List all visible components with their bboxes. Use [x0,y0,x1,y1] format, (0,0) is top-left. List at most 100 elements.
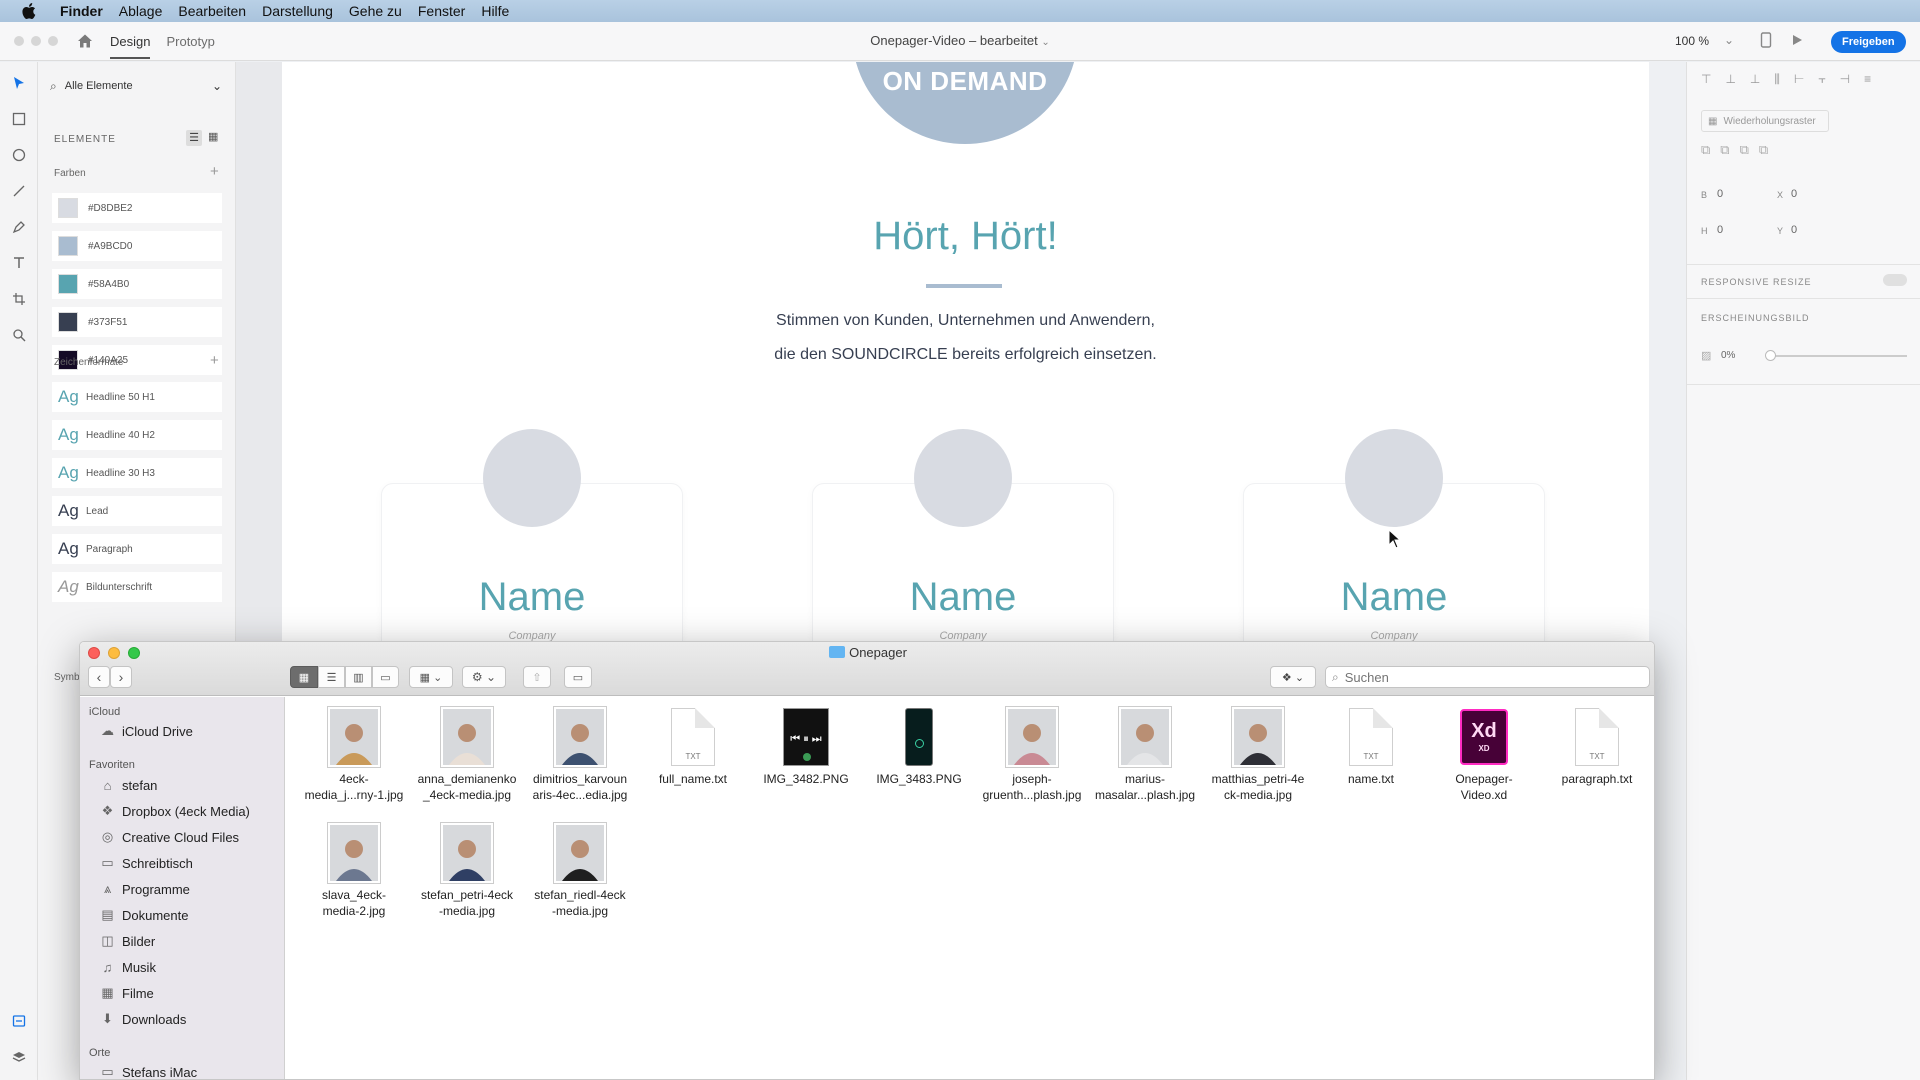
file-item[interactable]: TXT full_name.txt [638,707,748,787]
sidebar-item[interactable]: ⬇ Downloads [99,1008,186,1030]
tab-prototype[interactable]: Prototyp [166,24,214,59]
column-view-button[interactable]: ▥ [345,666,372,688]
sidebar-item[interactable]: ▭ Schreibtisch [99,852,192,874]
file-item[interactable]: TXT paragraph.txt [1542,707,1652,787]
list-view-icon[interactable]: ☰ [186,130,202,146]
align-toolbar[interactable]: ⊤ ⊥ ⊥ ⫼ ⊢ ⫟ ⊣ ≡ [1701,72,1911,90]
distribute-icon[interactable]: ⫼ [1774,72,1780,90]
file-item[interactable]: Xd XD Onepager- Video.xd [1429,707,1539,803]
layers-panel-icon[interactable] [10,1048,28,1066]
menu-ablage[interactable]: Ablage [111,0,171,22]
menu-finder[interactable]: Finder [52,0,111,22]
tab-design[interactable]: Design [110,24,151,59]
icon-view-button[interactable]: ▦ [290,666,318,688]
sidebar-item[interactable]: ◎ Creative Cloud Files [99,826,239,848]
union-icon[interactable]: ⧉ [1701,142,1710,158]
chevron-down-icon[interactable]: ⌄ [1041,37,1049,48]
sidebar-item[interactable]: ▤ Dokumente [99,904,188,926]
apple-icon[interactable] [20,2,38,20]
menu-bearbeiten[interactable]: Bearbeiten [170,0,254,22]
artboard-tool-icon[interactable] [10,290,28,308]
align-bottom-icon[interactable]: ⊥ [1750,72,1760,90]
rectangle-tool-icon[interactable] [10,110,28,128]
width-field[interactable]: 0 [1717,188,1723,200]
file-item[interactable]: matthias_petri-4e ck-media.jpg [1203,707,1313,803]
zoom-level[interactable]: 100 % [1675,34,1709,48]
window-controls-inactive[interactable] [14,36,58,46]
align-center-icon[interactable]: ⫟ [1818,72,1825,90]
file-item[interactable]: joseph-gruenth...plash.jpg [977,707,1087,803]
intersect-icon[interactable]: ⧉ [1740,142,1749,158]
align-right-icon[interactable]: ⊣ [1840,72,1850,90]
device-preview-icon[interactable] [1760,32,1772,51]
search-input[interactable] [1344,669,1625,685]
file-item[interactable]: stefan_riedl-4eck -media.jpg [525,823,635,919]
ellipse-tool-icon[interactable] [10,146,28,164]
dropbox-button[interactable]: ❖ ⌄ [1270,666,1316,688]
list-view-button[interactable]: ☰ [318,666,345,688]
sidebar-item[interactable]: ▦ Filme [99,982,153,1004]
charstyle-item[interactable]: Ag Paragraph [52,534,222,564]
charstyle-item[interactable]: Ag Headline 50 H1 [52,382,222,412]
forward-button[interactable]: › [110,666,132,688]
opacity-slider[interactable] [1769,355,1907,357]
sidebar-item[interactable]: ⌂ stefan [99,774,158,796]
sidebar-item[interactable]: ♫ Musik [99,956,156,978]
new-folder-button[interactable]: ▭ [564,666,592,688]
file-item[interactable]: slava_4eck-media-2.jpg [299,823,409,919]
sidebar-item[interactable]: ☁ iCloud Drive [99,720,193,742]
x-field[interactable]: 0 [1791,188,1797,200]
file-item[interactable]: ⏮ ⏸ ⏭ IMG_3482.PNG [751,707,861,787]
pen-tool-icon[interactable] [10,218,28,236]
file-item[interactable]: 4eck-media_j...rny-1.jpg [299,707,409,803]
share-button[interactable]: Freigeben [1831,31,1906,53]
boolean-ops[interactable]: ⧉ ⧉ ⧉ ⧉ [1701,142,1768,158]
distribute-v-icon[interactable]: ≡ [1864,72,1871,90]
action-button[interactable]: ⚙ ⌄ [462,666,506,688]
search-field[interactable]: ⌕ [1325,666,1650,688]
sidebar-item[interactable]: ▭ Stefans iMac [99,1061,197,1079]
line-tool-icon[interactable] [10,182,28,200]
opacity-slider-handle[interactable] [1765,350,1776,361]
align-left-icon[interactable]: ⊢ [1794,72,1804,90]
menu-gehe-zu[interactable]: Gehe zu [341,0,410,22]
color-swatch[interactable]: #A9BCD0 [52,231,222,261]
file-item[interactable]: anna_demianenko _4eck-media.jpg [412,707,522,803]
assets-panel-icon[interactable] [10,1012,28,1030]
back-button[interactable]: ‹ [88,666,110,688]
color-swatch[interactable]: #58A4B0 [52,269,222,299]
color-swatch[interactable]: #D8DBE2 [52,193,222,223]
align-middle-icon[interactable]: ⊥ [1725,72,1735,90]
sidebar-item[interactable]: ❖ Dropbox (4eck Media) [99,800,250,822]
assets-filter[interactable]: ⌕ Alle Elemente ⌄ [50,76,222,96]
menu-fenster[interactable]: Fenster [410,0,473,22]
sidebar-item[interactable]: ◫ Bilder [99,930,155,952]
gallery-view-button[interactable]: ▭ [372,666,399,688]
height-field[interactable]: 0 [1717,224,1723,236]
file-item[interactable]: stefan_petri-4eck -media.jpg [412,823,522,919]
color-swatch[interactable]: #373F51 [52,307,222,337]
file-item[interactable]: marius-masalar...plash.jpg [1090,707,1200,803]
opacity-value[interactable]: 0% [1721,350,1735,361]
share-button-finder[interactable]: ⇧ [523,666,551,688]
text-tool-icon[interactable] [10,254,28,272]
select-tool-icon[interactable] [10,74,28,92]
charstyle-item[interactable]: Ag Bildunterschrift [52,572,222,602]
sidebar-item[interactable]: ⩓ Programme [99,878,190,900]
menu-hilfe[interactable]: Hilfe [473,0,517,22]
file-item[interactable]: IMG_3483.PNG [864,707,974,787]
document-title[interactable]: Onepager-Video – bearbeitet [870,33,1037,48]
chevron-down-icon[interactable]: ⌄ [1724,33,1734,47]
grid-view-icon[interactable]: ▦ [208,130,218,143]
artboard[interactable]: ON DEMAND Hört, Hört! Stimmen von Kunden… [282,62,1649,642]
zoom-tool-icon[interactable] [10,326,28,344]
play-icon[interactable] [1790,33,1804,50]
charstyle-item[interactable]: Ag Headline 40 H2 [52,420,222,450]
file-item[interactable]: TXT name.txt [1316,707,1426,787]
charstyle-item[interactable]: Ag Lead [52,496,222,526]
y-field[interactable]: 0 [1791,224,1797,236]
add-charstyle-icon[interactable]: + [210,352,219,369]
menu-darstellung[interactable]: Darstellung [254,0,341,22]
file-item[interactable]: dimitrios_karvoun aris-4ec...edia.jpg [525,707,635,803]
exclude-icon[interactable]: ⧉ [1759,142,1768,158]
